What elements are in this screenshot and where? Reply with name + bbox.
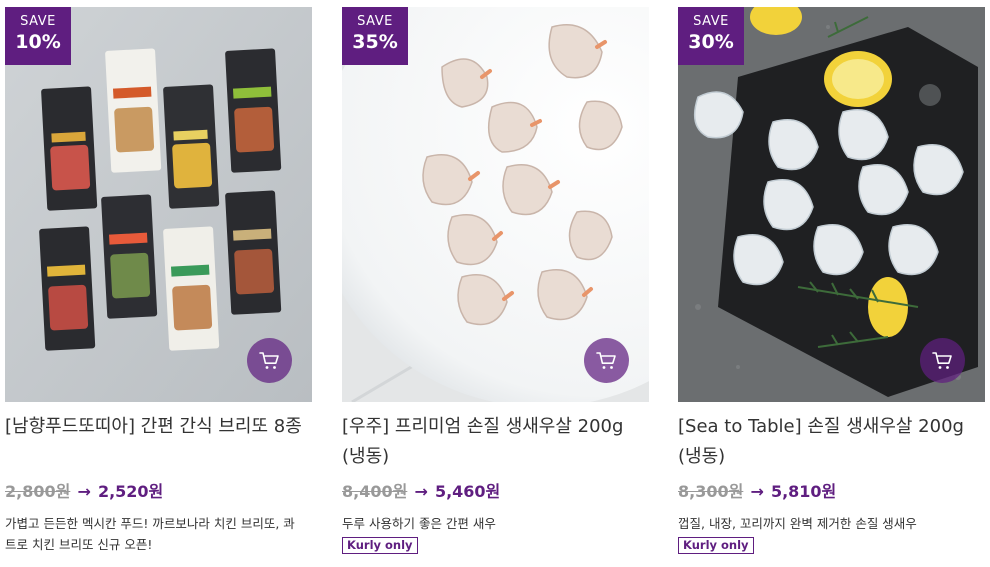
product-card[interactable]: SAVE 10% [남향푸드또띠아] 간편 간식 브리또 8종 2,800원 →… bbox=[5, 7, 312, 555]
add-to-cart-button[interactable] bbox=[247, 338, 292, 383]
product-title[interactable]: [Sea to Table] 손질 생새우살 200g(냉동) bbox=[678, 412, 978, 472]
product-card[interactable]: SAVE 35% [우주] 프리미엄 손질 생새우살 200g(냉동) 8,40… bbox=[342, 7, 649, 554]
badge-value: 30% bbox=[688, 31, 734, 53]
cart-icon bbox=[258, 351, 279, 369]
sale-price: 2,520원 bbox=[97, 482, 164, 501]
sale-price: 5,460원 bbox=[434, 482, 501, 501]
price-arrow: → bbox=[414, 482, 428, 501]
product-image[interactable]: SAVE 10% bbox=[5, 7, 312, 402]
product-description: 껍질, 내장, 꼬리까지 완벽 제거한 손질 생새우 bbox=[678, 516, 917, 531]
product-title[interactable]: [남향푸드또띠아] 간편 간식 브리또 8종 bbox=[5, 412, 305, 472]
price-arrow: → bbox=[750, 482, 764, 501]
product-description: 가볍고 든든한 멕시칸 푸드! 까르보나라 치킨 브리또, 콰트로 치킨 브리또… bbox=[5, 516, 295, 552]
badge-value: 35% bbox=[352, 31, 398, 53]
badge-label: SAVE bbox=[357, 14, 393, 29]
discount-badge: SAVE 35% bbox=[342, 7, 408, 65]
product-image[interactable]: SAVE 30% bbox=[678, 7, 985, 402]
product-description: 두루 사용하기 좋은 간편 새우 bbox=[342, 516, 496, 531]
discount-badge: SAVE 10% bbox=[5, 7, 71, 65]
price-arrow: → bbox=[77, 482, 91, 501]
add-to-cart-button[interactable] bbox=[584, 338, 629, 383]
product-card[interactable]: SAVE 30% [Sea to Table] 손질 생새우살 200g(냉동)… bbox=[678, 7, 985, 554]
product-image[interactable]: SAVE 35% bbox=[342, 7, 649, 402]
badge-label: SAVE bbox=[693, 14, 729, 29]
cart-icon bbox=[931, 351, 952, 369]
product-title[interactable]: [우주] 프리미엄 손질 생새우살 200g(냉동) bbox=[342, 412, 642, 472]
price-row: 2,800원 → 2,520원 bbox=[5, 480, 312, 504]
product-row: SAVE 10% [남향푸드또띠아] 간편 간식 브리또 8종 2,800원 →… bbox=[0, 0, 990, 567]
add-to-cart-button[interactable] bbox=[920, 338, 965, 383]
original-price: 8,300원 bbox=[678, 482, 744, 501]
kurly-only-tag: Kurly only bbox=[678, 537, 754, 554]
cart-icon bbox=[595, 351, 616, 369]
original-price: 8,400원 bbox=[342, 482, 408, 501]
badge-label: SAVE bbox=[20, 14, 56, 29]
sale-price: 5,810원 bbox=[770, 482, 837, 501]
discount-badge: SAVE 30% bbox=[678, 7, 744, 65]
kurly-only-tag: Kurly only bbox=[342, 537, 418, 554]
price-row: 8,300원 → 5,810원 bbox=[678, 480, 985, 504]
original-price: 2,800원 bbox=[5, 482, 71, 501]
badge-value: 10% bbox=[15, 31, 61, 53]
price-row: 8,400원 → 5,460원 bbox=[342, 480, 649, 504]
